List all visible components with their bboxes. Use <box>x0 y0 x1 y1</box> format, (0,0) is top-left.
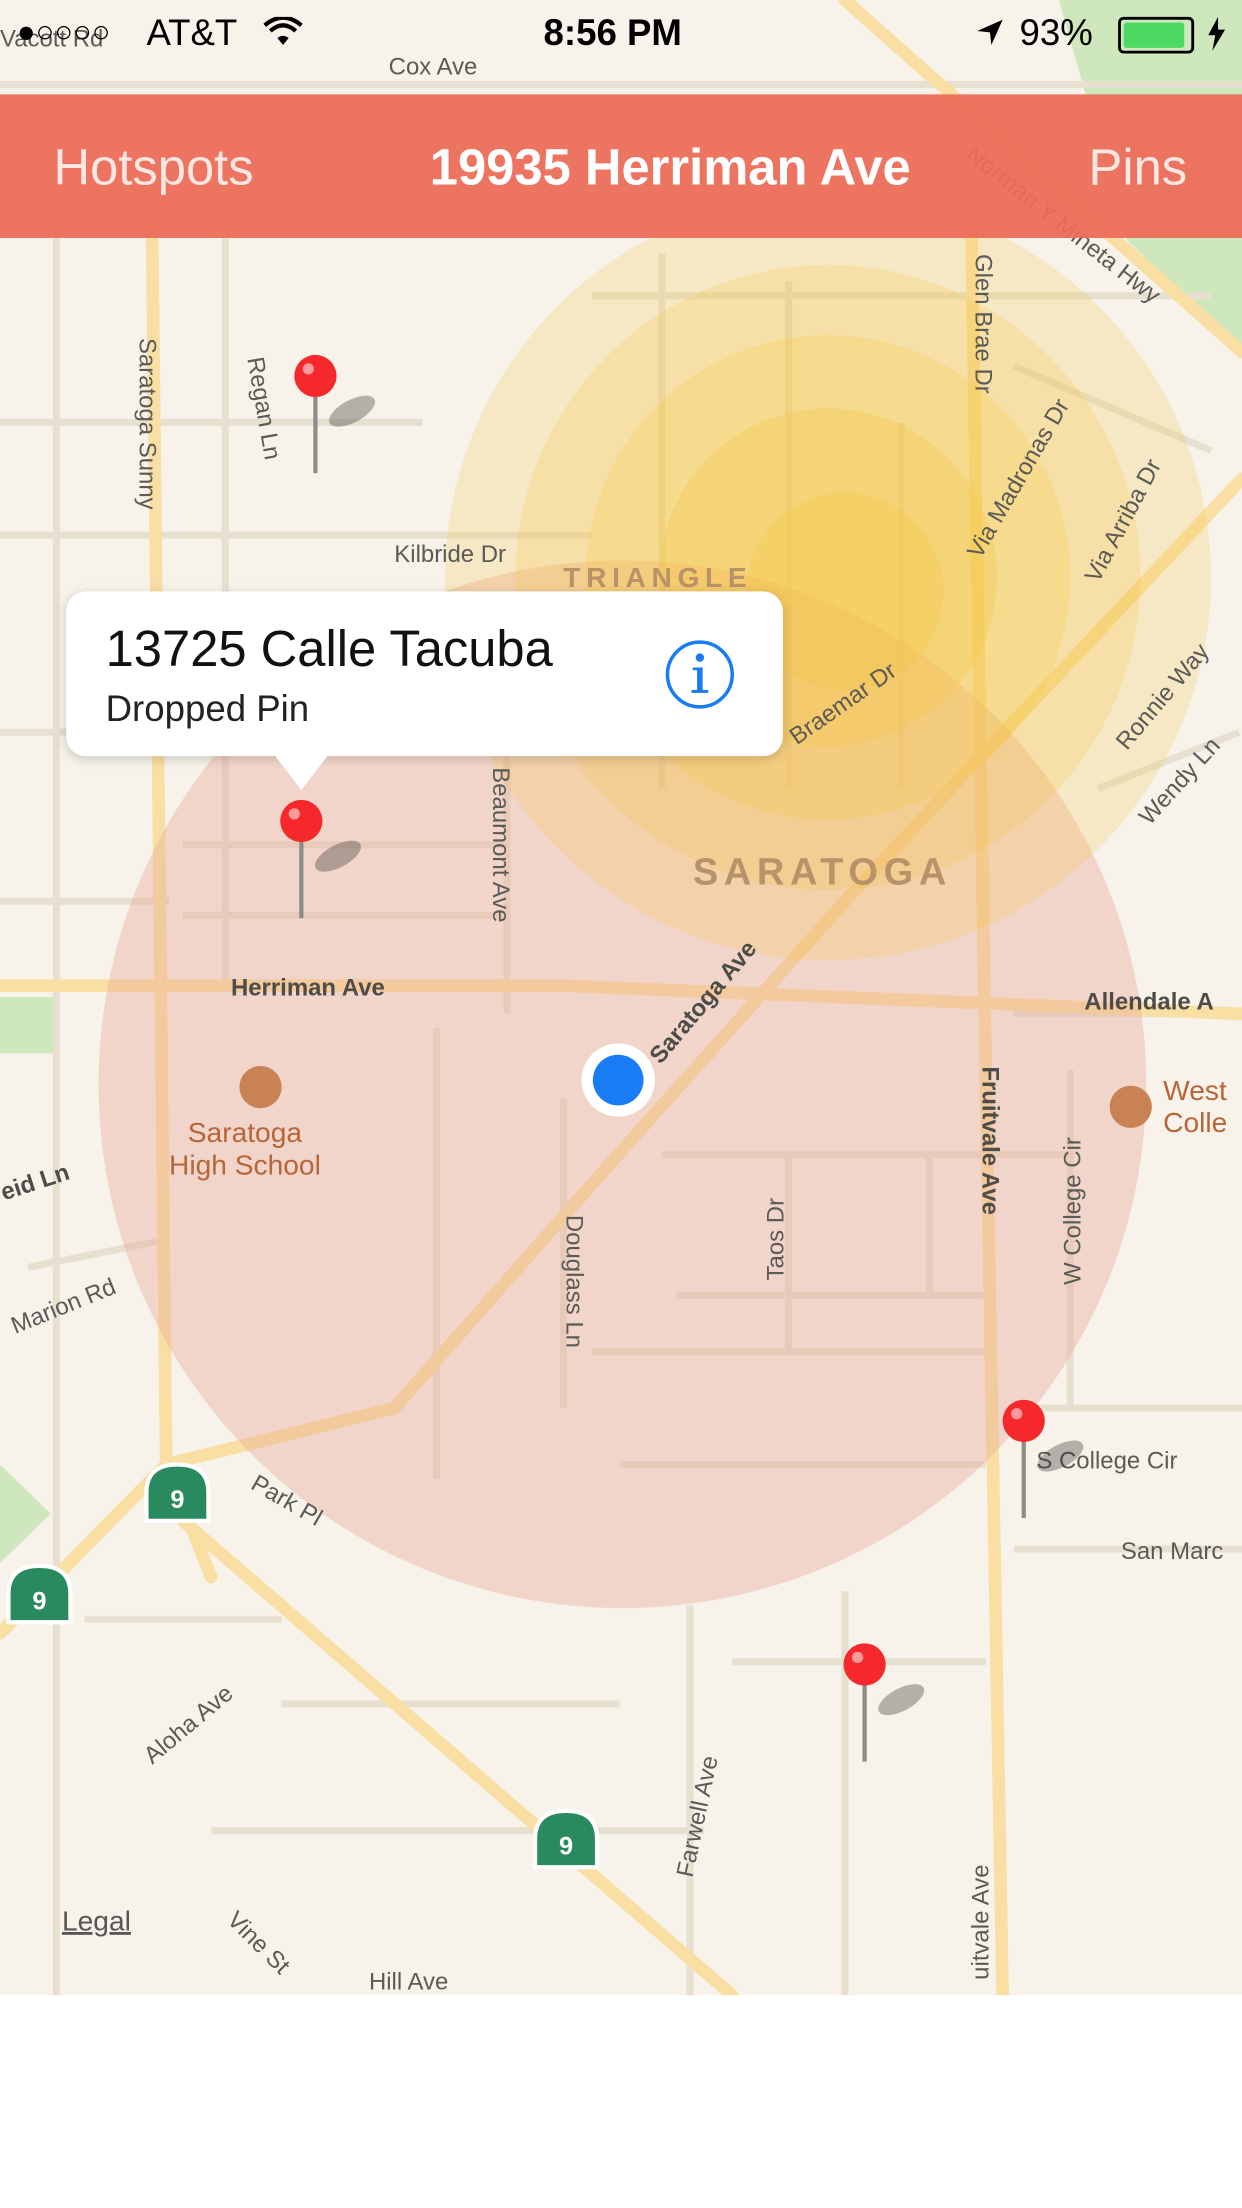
map-pin-1[interactable] <box>282 352 395 479</box>
status-bar: ●○○○○ AT&T 8:56 PM 93% <box>0 0 1242 65</box>
info-icon[interactable] <box>665 639 735 709</box>
route-9-shield-1: 9 <box>144 1462 211 1523</box>
street-label-hill: Hill Ave <box>368 1968 449 1996</box>
battery-icon <box>1118 16 1195 54</box>
college-icon <box>1109 1085 1152 1128</box>
signal-strength-icon: ●○○○○ <box>16 14 111 50</box>
street-label-kilbride: Kilbride Dr <box>394 540 507 568</box>
street-label-w-college: W College Cir <box>1059 1137 1087 1285</box>
callout-title: 13725 Calle Tacuba <box>105 619 553 678</box>
street-label-douglass: Douglass Ln <box>560 1214 588 1348</box>
navigation-bar: Hotspots 19935 Herriman Ave Pins <box>0 94 1242 238</box>
battery-percent: 93% <box>1019 11 1093 54</box>
street-label-fruitvale-2: uitvale Ave <box>967 1864 995 1980</box>
callout-subtitle: Dropped Pin <box>105 687 310 730</box>
legal-link[interactable]: Legal <box>62 1907 131 1939</box>
street-label-taos: Taos Dr <box>762 1197 789 1281</box>
app-screen: 9 9 9 Cox Ave Vacott Rd Saratoga Sunny R… <box>0 0 1242 2208</box>
route-9-shield-2: 9 <box>6 1563 73 1625</box>
clock: 8:56 PM <box>543 11 682 54</box>
city-label-saratoga: SARATOGA <box>692 850 952 893</box>
svg-text:9: 9 <box>559 1833 573 1861</box>
street-label-san-marcos: San Marc <box>1120 1537 1224 1565</box>
school-icon <box>239 1065 282 1109</box>
location-arrow-icon <box>977 19 1003 46</box>
map-pin-selected[interactable] <box>268 797 381 924</box>
poi-label-saratoga-high: Saratoga High School <box>168 1118 321 1182</box>
nav-title: 19935 Herriman Ave <box>429 137 911 196</box>
street-label-herriman: Herriman Ave <box>230 974 385 1002</box>
street-label-fruitvale: Fruitvale Ave <box>976 1066 1004 1215</box>
pin-callout[interactable]: 13725 Calle Tacuba Dropped Pin <box>66 591 783 757</box>
svg-text:9: 9 <box>32 1588 46 1616</box>
svg-text:9: 9 <box>170 1486 184 1514</box>
bottom-blank-area <box>0 1995 1242 2208</box>
pins-button[interactable]: Pins <box>1089 138 1188 197</box>
street-label-glen-brae: Glen Brae Dr <box>969 254 997 394</box>
wifi-icon <box>263 16 303 46</box>
route-9-shield-3: 9 <box>532 1808 600 1870</box>
carrier-label: AT&T <box>146 11 238 54</box>
charging-bolt-icon <box>1208 16 1226 51</box>
map-roads: 9 9 9 <box>0 0 1242 1996</box>
map-pin-3[interactable] <box>990 1397 1103 1524</box>
poi-label-west-college: West Colle <box>1163 1075 1228 1140</box>
map-view[interactable]: 9 9 9 Cox Ave Vacott Rd Saratoga Sunny R… <box>0 0 1242 1996</box>
street-label-saratoga-sunny: Saratoga Sunny <box>133 337 161 510</box>
callout-tail <box>273 753 330 790</box>
street-label-beaumont: Beaumont Ave <box>487 767 515 923</box>
map-pin-4[interactable] <box>831 1641 944 1768</box>
street-label-allendale: Allendale A <box>1084 988 1214 1016</box>
